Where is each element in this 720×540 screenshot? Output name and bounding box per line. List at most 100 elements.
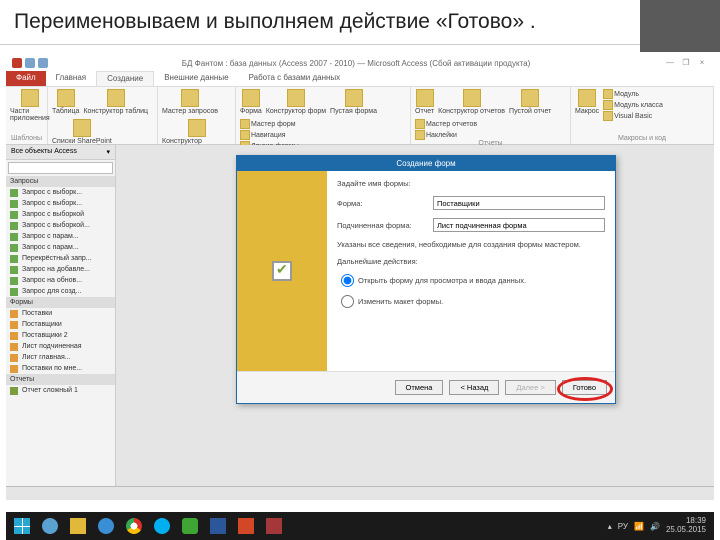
btn-report-design[interactable]: Конструктор отчетов <box>438 89 505 115</box>
powerpoint-icon[interactable] <box>234 516 258 536</box>
nav-form-item[interactable]: Лист главная... <box>6 352 115 363</box>
radio-open-label: Открыть форму для просмотра и ввода данн… <box>358 276 526 285</box>
nav-form-item[interactable]: Поставщики <box>6 319 115 330</box>
wizard-title: Создание форм <box>237 156 615 171</box>
access-window: БД Фантом : база данных (Access 2007 - 2… <box>6 55 714 500</box>
btn-class-module[interactable]: Модуль класса <box>603 100 663 110</box>
search-input[interactable] <box>8 162 113 174</box>
radio-modify-label: Изменить макет формы. <box>358 297 443 306</box>
nav-query-item[interactable]: Запрос с выборкой... <box>6 220 115 231</box>
utorrent-icon[interactable] <box>178 516 202 536</box>
btn-table[interactable]: Таблица <box>52 89 79 115</box>
checkmark-icon <box>272 261 292 281</box>
subform-name-input[interactable] <box>433 218 605 232</box>
wifi-icon[interactable]: 📶 <box>634 522 644 531</box>
back-button[interactable]: < Назад <box>449 380 499 395</box>
tray-up-icon[interactable]: ▴ <box>608 522 612 531</box>
navpane-header[interactable]: Все объекты Access <box>11 148 77 156</box>
wizard-question: Дальнейшие действия: <box>337 257 605 266</box>
nav-form-item[interactable]: Лист подчиненная <box>6 341 115 352</box>
next-button[interactable]: Далее > <box>505 380 555 395</box>
ie-icon[interactable] <box>94 516 118 536</box>
minimize-button[interactable]: — <box>664 58 676 68</box>
nav-query-item[interactable]: Запрос с выборк... <box>6 187 115 198</box>
chrome-icon[interactable] <box>122 516 146 536</box>
btn-query-wizard[interactable]: Мастер запросов <box>162 89 218 115</box>
access-icon <box>12 58 22 68</box>
slide-title: Переименовываем и выполняем действие «Го… <box>0 0 720 45</box>
navigation-pane[interactable]: Все объекты Access ▾ Запросы Запрос с выб… <box>6 145 116 486</box>
group-templates: Шаблоны <box>10 135 43 142</box>
word-icon[interactable] <box>206 516 230 536</box>
btn-app-parts[interactable]: Части приложения <box>10 89 50 122</box>
btn-report-wizard[interactable]: Мастер отчетов <box>415 119 477 129</box>
lang-indicator[interactable]: РУ <box>618 522 628 531</box>
btn-navigation[interactable]: Навигация <box>240 130 299 140</box>
btn-form-wizard[interactable]: Мастер форм <box>240 119 299 129</box>
btn-table-design[interactable]: Конструктор таблиц <box>83 89 148 115</box>
form-name-input[interactable] <box>433 196 605 210</box>
nav-form-item[interactable]: Поставки по мне... <box>6 363 115 374</box>
btn-labels[interactable]: Наклейки <box>415 130 477 140</box>
volume-icon[interactable]: 🔊 <box>650 522 660 531</box>
btn-form-design[interactable]: Конструктор форм <box>266 89 326 115</box>
finish-button[interactable]: Готово <box>562 380 607 395</box>
wizard-description: Указаны все сведения, необходимые для со… <box>337 240 605 249</box>
btn-form[interactable]: Форма <box>240 89 262 115</box>
status-bar <box>6 486 714 500</box>
nav-query-item[interactable]: Запрос с парам... <box>6 231 115 242</box>
start-button[interactable] <box>10 516 34 536</box>
clock[interactable]: 18:3925.05.2015 <box>666 517 710 535</box>
window-title: БД Фантом : база данных (Access 2007 - 2… <box>48 59 664 68</box>
cancel-button[interactable]: Отмена <box>395 380 444 395</box>
chevron-down-icon[interactable]: ▾ <box>106 148 110 156</box>
hp-icon[interactable] <box>38 516 62 536</box>
btn-sharepoint[interactable]: Списки SharePoint <box>52 119 112 145</box>
nav-group-forms[interactable]: Формы <box>6 297 115 308</box>
titlebar: БД Фантом : база данных (Access 2007 - 2… <box>6 55 714 71</box>
tab-dbtools[interactable]: Работа с базами данных <box>239 71 351 86</box>
radio-open-form[interactable] <box>341 274 354 287</box>
subform-name-label: Подчиненная форма: <box>337 221 427 230</box>
canvas: Создание форм Задайте имя формы: Форма: … <box>116 145 714 486</box>
btn-module[interactable]: Модуль <box>603 89 663 99</box>
btn-macro[interactable]: Макрос <box>575 89 599 115</box>
group-macros: Макросы и код <box>575 135 709 142</box>
access-taskbar-icon[interactable] <box>262 516 286 536</box>
nav-query-item[interactable]: Запрос с парам... <box>6 242 115 253</box>
btn-visual-basic[interactable]: Visual Basic <box>603 111 663 121</box>
nav-query-item[interactable]: Запрос на добавле... <box>6 264 115 275</box>
undo-icon[interactable] <box>38 58 48 68</box>
ribbon: Части приложения Шаблоны Таблица Констру… <box>6 87 714 145</box>
nav-form-item[interactable]: Поставщики 2 <box>6 330 115 341</box>
nav-group-reports[interactable]: Отчеты <box>6 374 115 385</box>
explorer-icon[interactable] <box>66 516 90 536</box>
tab-home[interactable]: Главная <box>46 71 96 86</box>
save-icon[interactable] <box>25 58 35 68</box>
restore-button[interactable]: ❐ <box>680 58 692 68</box>
btn-report[interactable]: Отчет <box>415 89 434 115</box>
tab-create[interactable]: Создание <box>96 71 154 86</box>
ribbon-tabs: Файл Главная Создание Внешние данные Раб… <box>6 71 714 87</box>
form-name-label: Форма: <box>337 199 427 208</box>
close-button[interactable]: × <box>696 58 708 68</box>
btn-blank-form[interactable]: Пустая форма <box>330 89 377 115</box>
wizard-graphic <box>237 171 327 371</box>
form-wizard-dialog: Создание форм Задайте имя формы: Форма: … <box>236 155 616 404</box>
btn-blank-report[interactable]: Пустой отчет <box>509 89 551 115</box>
qat <box>12 58 48 68</box>
nav-form-item[interactable]: Поставки <box>6 308 115 319</box>
nav-group-queries[interactable]: Запросы <box>6 176 115 187</box>
tab-file[interactable]: Файл <box>6 71 46 86</box>
nav-query-item[interactable]: Запрос для созд... <box>6 286 115 297</box>
nav-query-item[interactable]: Запрос на обнов... <box>6 275 115 286</box>
nav-query-item[interactable]: Запрос с выборкой <box>6 209 115 220</box>
nav-query-item[interactable]: Запрос с выборк... <box>6 198 115 209</box>
taskbar[interactable]: ▴ РУ 📶 🔊 18:3925.05.2015 <box>6 512 714 540</box>
tab-external[interactable]: Внешние данные <box>154 71 238 86</box>
skype-icon[interactable] <box>150 516 174 536</box>
nav-report-item[interactable]: Отчет сложный 1 <box>6 385 115 396</box>
nav-query-item[interactable]: Перекрёстный запр... <box>6 253 115 264</box>
radio-modify-form[interactable] <box>341 295 354 308</box>
wizard-prompt: Задайте имя формы: <box>337 179 605 188</box>
